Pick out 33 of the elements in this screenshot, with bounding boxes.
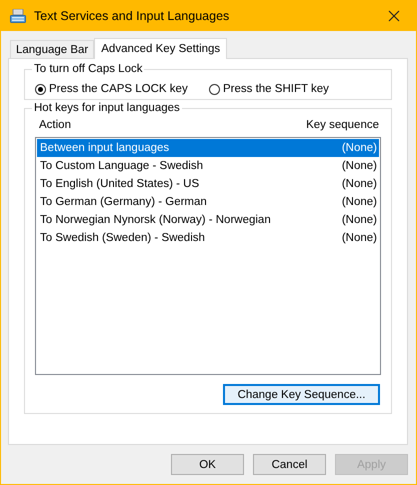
list-row[interactable]: Between input languages (None) (37, 139, 379, 157)
group-title: Hot keys for input languages (32, 101, 182, 115)
list-row[interactable]: To Norwegian Nynorsk (Norway) - Norwegian (None) (37, 211, 379, 229)
action-text: To German (Germany) - German (40, 196, 207, 208)
list-row[interactable]: To Custom Language - Swedish (None) (37, 157, 379, 175)
action-text: To Custom Language - Swedish (40, 160, 204, 172)
list-row[interactable]: To English (United States) - US (None) (37, 175, 379, 193)
key-sequence-text: (None) (342, 178, 377, 190)
radio-button[interactable] (209, 84, 220, 94)
key-sequence-text: (None) (342, 214, 377, 226)
key-sequence-text: (None) (342, 142, 377, 154)
action-text: To English (United States) - US (40, 178, 200, 190)
list-row[interactable]: To Swedish (Sweden) - Swedish (None) (37, 229, 379, 247)
dialog-button[interactable]: Cancel (253, 454, 326, 475)
column-header: Key sequence (306, 118, 379, 133)
radio-button[interactable] (35, 84, 46, 94)
group-title: To turn off Caps Lock (32, 62, 144, 76)
radio-label[interactable]: Press the CAPS LOCK key (49, 83, 188, 95)
tab[interactable]: Language Bar (10, 40, 94, 58)
radio-label[interactable]: Press the SHIFT key (223, 83, 329, 95)
dialog-button[interactable]: OK (171, 454, 244, 475)
window-title: Text Services and Input Languages (34, 8, 230, 22)
action-text: Between input languages (40, 142, 170, 154)
key-sequence-text: (None) (342, 160, 377, 172)
action-text: To Swedish (Sweden) - Swedish (40, 232, 205, 244)
action-text: To Norwegian Nynorsk (Norway) - Norwegian (40, 214, 271, 226)
key-sequence-text: (None) (342, 232, 377, 244)
key-sequence-text: (None) (342, 196, 377, 208)
list-row[interactable]: To German (Germany) - German (None) (37, 193, 379, 211)
change-key-sequence-button[interactable]: Change Key Sequence... (223, 384, 380, 405)
column-header: Action (39, 118, 71, 133)
tab[interactable]: Advanced Key Settings (94, 38, 228, 59)
keyboard-icon (10, 8, 26, 22)
